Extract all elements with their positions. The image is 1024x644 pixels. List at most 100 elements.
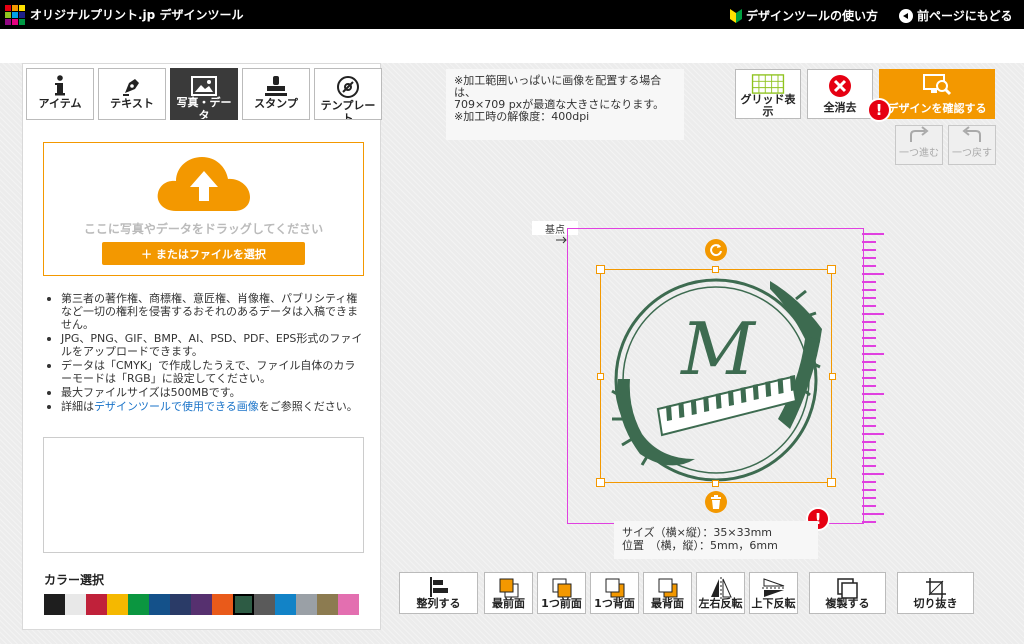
color-swatch[interactable] <box>149 594 170 615</box>
pen-icon <box>123 79 139 96</box>
tab-label: アイテム <box>38 97 82 110</box>
note-item: 第三者の著作権、商標権、意匠権、肖像権、パブリシティ権など一切の権利を侵害するお… <box>45 292 365 331</box>
color-swatch[interactable] <box>275 594 296 615</box>
bring-front-button[interactable]: 最前面 <box>484 572 533 614</box>
redo-button[interactable]: 一つ進む <box>895 125 943 165</box>
color-swatch[interactable] <box>338 594 359 615</box>
howto-link[interactable]: デザインツールの使い方 <box>730 7 878 24</box>
info-line: ※加工範囲いっぱいに画像を配置する場合は、 <box>454 74 662 99</box>
color-swatch[interactable] <box>65 594 86 615</box>
uploaded-images-box[interactable] <box>43 437 364 553</box>
color-swatches <box>44 594 359 615</box>
usable-images-link[interactable]: デザインツールで使用できる画像 <box>94 400 259 413</box>
resize-handle[interactable] <box>596 265 605 274</box>
color-select-title: カラー選択 <box>44 573 105 587</box>
resize-handle[interactable] <box>597 373 604 380</box>
clear-label: 全消去 <box>823 101 857 114</box>
send-back-icon <box>658 578 677 598</box>
color-swatch[interactable] <box>254 594 275 615</box>
info-note: ※加工範囲いっぱいに画像を配置する場合は、 709×709 pxが最適な大きさに… <box>446 69 684 140</box>
tab-label: スタンプ <box>254 97 298 110</box>
color-swatch[interactable] <box>86 594 107 615</box>
trash-icon <box>711 495 721 509</box>
select-file-button[interactable]: ＋ またはファイルを選択 <box>102 242 305 265</box>
tab-stamp[interactable]: スタンプ <box>242 68 310 120</box>
color-swatch[interactable] <box>317 594 338 615</box>
app-title[interactable]: オリジナルプリント.jp デザインツール <box>30 6 243 23</box>
align-label: 整列する <box>416 597 461 610</box>
resize-handle[interactable] <box>827 265 836 274</box>
size-position-info: サイズ（横×縦）：35×33mm 位置 （横，縦）：5mm，6mm <box>614 521 818 559</box>
monitor-search-icon <box>923 74 952 96</box>
align-icon <box>429 577 448 597</box>
color-swatch[interactable] <box>296 594 317 615</box>
left-panel: アイテム テキスト 写真・データ スタンプ テンプレート ここに写真やデータをド… <box>22 63 382 630</box>
confirm-label: デザインを確認する <box>887 102 987 115</box>
duplicate-button[interactable]: 複製する <box>809 572 886 614</box>
resize-handle[interactable] <box>712 480 719 487</box>
color-swatch[interactable] <box>128 594 149 615</box>
logo-icon <box>5 5 25 25</box>
image-icon <box>191 75 217 96</box>
color-swatch[interactable] <box>107 594 128 615</box>
resize-handle[interactable] <box>829 373 836 380</box>
align-button[interactable]: 整列する <box>399 572 478 614</box>
tab-template[interactable]: テンプレート <box>314 68 382 120</box>
resize-handle[interactable] <box>712 266 719 273</box>
tab-label: テキスト <box>110 97 154 110</box>
tab-bar: アイテム テキスト 写真・データ スタンプ テンプレート <box>26 68 382 120</box>
forward-button[interactable]: 1つ前面 <box>537 572 586 614</box>
undo-label: 一つ戻す <box>952 148 992 159</box>
color-swatch[interactable] <box>191 594 212 615</box>
backward-icon <box>605 578 624 598</box>
position-text: 位置 （横，縦）：5mm，6mm <box>622 539 778 552</box>
note-text: をご参照ください。 <box>258 400 358 413</box>
grid-icon <box>751 74 785 94</box>
send-back-button[interactable]: 最背面 <box>643 572 692 614</box>
note-item: JPG、PNG、GIF、BMP、AI、PSD、PDF、EPS形式のファイルをアッ… <box>45 332 365 358</box>
alert-icon: ! <box>867 98 891 122</box>
crop-button[interactable]: 切り抜き <box>897 572 974 614</box>
undo-button[interactable]: 一つ戻す <box>948 125 996 165</box>
note-item: 最大ファイルサイズは500MBです。 <box>45 386 365 399</box>
color-swatch[interactable] <box>44 594 65 615</box>
close-circle-icon <box>829 75 851 97</box>
grid-toggle-button[interactable]: グリッド表示 <box>735 69 801 119</box>
upload-dropzone[interactable]: ここに写真やデータをドラッグしてください ＋ またはファイルを選択 <box>43 142 364 276</box>
rotate-button[interactable] <box>705 239 727 261</box>
drop-hint: ここに写真やデータをドラッグしてください <box>83 222 324 236</box>
undo-icon <box>962 126 981 142</box>
color-swatch[interactable] <box>170 594 191 615</box>
crop-icon <box>925 578 946 598</box>
flip-vertical-button[interactable]: 上下反転 <box>749 572 798 614</box>
flip-h-icon <box>710 577 732 599</box>
delete-button[interactable] <box>705 491 727 513</box>
howto-label: デザインツールの使い方 <box>746 9 879 23</box>
tab-label: 写真・データ <box>176 96 232 119</box>
cloud-upload-icon <box>157 157 250 211</box>
note-item: データは「CMYK」で作成したうえで、ファイル自体のカラーモードは「RGB」に設… <box>45 359 365 385</box>
color-swatch[interactable] <box>233 594 254 615</box>
arrow-circle-icon <box>899 8 913 23</box>
template-icon <box>337 76 359 98</box>
note-text: 詳細は <box>61 400 94 413</box>
stamp-icon <box>265 76 287 96</box>
clear-all-button[interactable]: 全消去 <box>807 69 873 119</box>
resize-handle[interactable] <box>827 478 836 487</box>
backward-button[interactable]: 1つ背面 <box>590 572 639 614</box>
selection-box[interactable] <box>600 269 832 483</box>
top-bar: オリジナルプリント.jp デザインツール デザインツールの使い方 前ページにもど… <box>0 0 1024 29</box>
tab-photo-data[interactable]: 写真・データ <box>170 68 238 120</box>
tab-text[interactable]: テキスト <box>98 68 166 120</box>
forward-icon <box>552 578 571 598</box>
flip-horizontal-button[interactable]: 左右反転 <box>696 572 745 614</box>
beginner-mark-icon <box>730 8 742 23</box>
color-swatch[interactable] <box>212 594 233 615</box>
resize-handle[interactable] <box>596 478 605 487</box>
rotate-icon <box>710 244 722 257</box>
redo-icon <box>910 126 929 142</box>
tab-item[interactable]: アイテム <box>26 68 94 120</box>
back-link[interactable]: 前ページにもどる <box>899 7 1013 24</box>
confirm-design-button[interactable]: デザインを確認する <box>879 69 995 119</box>
tab-label: テンプレート <box>320 99 376 119</box>
